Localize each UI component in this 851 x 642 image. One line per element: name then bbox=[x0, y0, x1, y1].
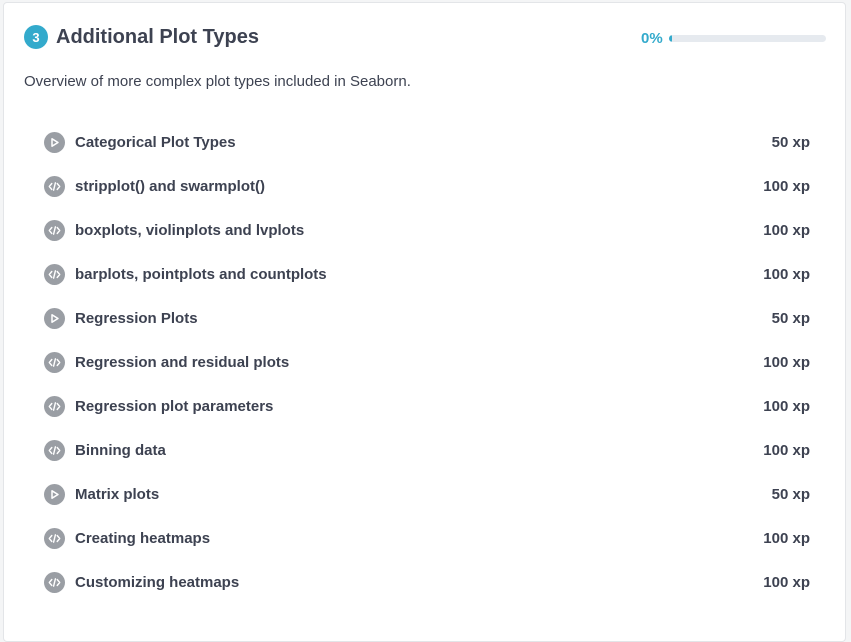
exercise-item[interactable]: barplots, pointplots and countplots 100 x… bbox=[44, 252, 810, 296]
chapter-title[interactable]: Additional Plot Types bbox=[56, 26, 259, 49]
exercise-item[interactable]: Regression and residual plots 100 xp bbox=[44, 340, 810, 384]
code-icon bbox=[44, 175, 65, 197]
code-icon bbox=[44, 439, 65, 461]
exercise-title: Matrix plots bbox=[75, 485, 160, 503]
exercise-title: Regression plot parameters bbox=[75, 397, 274, 415]
exercise-xp: 100 xp bbox=[763, 397, 810, 415]
exercise-xp: 100 xp bbox=[763, 221, 810, 239]
play-icon bbox=[44, 131, 65, 153]
exercise-item[interactable]: Customizing heatmaps 100 xp bbox=[44, 560, 810, 604]
exercise-xp: 100 xp bbox=[763, 529, 810, 547]
exercise-list: Categorical Plot Types 50 xp stripplot() a… bbox=[44, 120, 810, 604]
progress-bar-fill bbox=[668, 35, 672, 42]
code-icon bbox=[44, 219, 65, 241]
code-icon bbox=[44, 395, 65, 417]
exercise-title: barplots, pointplots and countplots bbox=[75, 265, 327, 283]
exercise-item[interactable]: Regression Plots 50 xp bbox=[44, 296, 810, 340]
exercise-title: Regression Plots bbox=[75, 309, 198, 327]
exercise-title: Binning data bbox=[75, 441, 166, 459]
code-icon bbox=[44, 263, 65, 285]
code-icon bbox=[44, 527, 65, 549]
exercise-xp: 50 xp bbox=[771, 485, 810, 503]
exercise-xp: 100 xp bbox=[763, 573, 810, 591]
exercise-title: boxplots, violinplots and lvplots bbox=[75, 221, 305, 239]
exercise-item[interactable]: Binning data 100 xp bbox=[44, 428, 810, 472]
chapter-progress: 0% bbox=[641, 30, 826, 47]
exercise-xp: 100 xp bbox=[763, 177, 810, 195]
exercise-xp: 100 xp bbox=[763, 265, 810, 283]
code-icon bbox=[44, 351, 65, 373]
play-icon bbox=[44, 307, 65, 329]
exercise-item[interactable]: Creating heatmaps 100 xp bbox=[44, 516, 810, 560]
exercise-title: Regression and residual plots bbox=[75, 353, 290, 371]
exercise-item[interactable]: boxplots, violinplots and lvplots 100 xp bbox=[44, 208, 810, 252]
exercise-xp: 100 xp bbox=[763, 441, 810, 459]
exercise-item[interactable]: Regression plot parameters 100 xp bbox=[44, 384, 810, 428]
exercise-xp: 50 xp bbox=[771, 309, 810, 327]
chapter-number-badge: 3 bbox=[24, 25, 48, 49]
exercise-xp: 50 xp bbox=[771, 133, 810, 151]
exercise-title: Categorical Plot Types bbox=[75, 133, 236, 151]
exercise-item[interactable]: stripplot() and swarmplot() 100 xp bbox=[44, 164, 810, 208]
exercise-item[interactable]: Matrix plots 50 xp bbox=[44, 472, 810, 516]
chapter-card: 3 Additional Plot Types 0% Overview of m… bbox=[3, 2, 846, 642]
exercise-xp: 100 xp bbox=[763, 353, 810, 371]
progress-bar bbox=[668, 35, 826, 42]
exercise-title: Creating heatmaps bbox=[75, 529, 211, 547]
progress-percent: 0% bbox=[641, 30, 663, 47]
exercise-item[interactable]: Categorical Plot Types 50 xp bbox=[44, 120, 810, 164]
chapter-description: Overview of more complex plot types incl… bbox=[24, 73, 411, 90]
chapter-header: 3 Additional Plot Types bbox=[24, 23, 259, 51]
exercise-title: Customizing heatmaps bbox=[75, 573, 240, 591]
code-icon bbox=[44, 571, 65, 593]
play-icon bbox=[44, 483, 65, 505]
exercise-title: stripplot() and swarmplot() bbox=[75, 177, 265, 195]
